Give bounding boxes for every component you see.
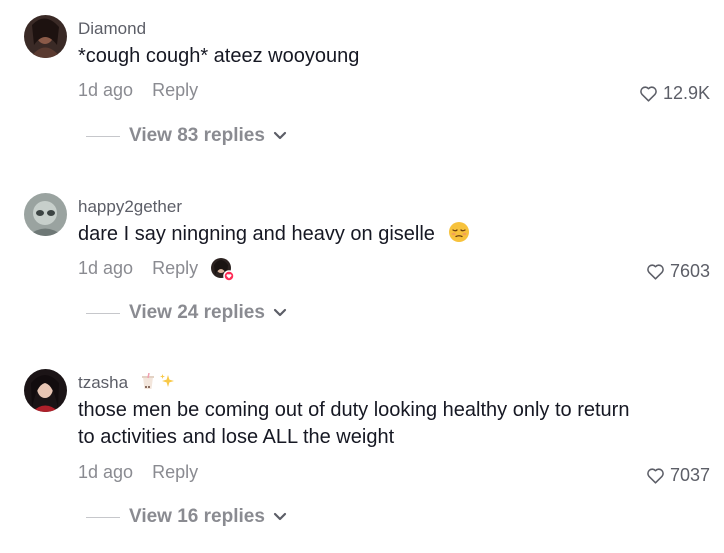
like-button[interactable]: 7603 bbox=[646, 261, 710, 282]
bubble-tea-emoji bbox=[141, 373, 154, 389]
heart-outline-icon bbox=[647, 468, 664, 484]
like-button[interactable]: 12.9K bbox=[639, 83, 710, 104]
view-replies-label: View 24 replies bbox=[129, 302, 265, 323]
avatar[interactable] bbox=[24, 193, 67, 236]
like-count: 12.9K bbox=[662, 83, 710, 103]
reply-button[interactable]: Reply bbox=[152, 80, 198, 100]
view-replies-button[interactable]: View 24 replies bbox=[86, 302, 287, 324]
comment-text: *cough cough* ateez wooyoung bbox=[78, 45, 360, 67]
creator-liked-avatar bbox=[210, 257, 235, 282]
comment-time: 1d ago bbox=[78, 80, 134, 100]
view-replies-button[interactable]: View 16 replies bbox=[86, 506, 287, 528]
comment-text: dare I say ningning and heavy on giselle bbox=[78, 221, 678, 251]
like-count: 7603 bbox=[669, 261, 710, 281]
view-replies-label: View 16 replies bbox=[129, 506, 265, 527]
comment-username-text: tzasha bbox=[78, 373, 129, 392]
comment-text: those men be coming out of duty looking … bbox=[78, 399, 630, 448]
pensive-face-emoji bbox=[448, 221, 470, 251]
reply-button[interactable]: Reply bbox=[152, 462, 198, 482]
comment-time: 1d ago bbox=[78, 462, 134, 482]
comment-text-body: dare I say ningning and heavy on giselle bbox=[78, 223, 435, 245]
comment-meta: 1d ago Reply bbox=[78, 258, 198, 279]
avatar[interactable] bbox=[24, 15, 67, 58]
view-replies-button[interactable]: View 83 replies bbox=[86, 125, 287, 147]
comment-username[interactable]: Diamond bbox=[78, 19, 146, 39]
divider-line bbox=[86, 135, 120, 137]
like-count: 7037 bbox=[669, 465, 710, 485]
sparkles-emoji bbox=[159, 374, 174, 387]
divider-line bbox=[86, 312, 120, 314]
comment-meta: 1d ago Reply bbox=[78, 462, 198, 483]
chevron-down-icon bbox=[273, 308, 287, 318]
comment-username[interactable]: happy2gether bbox=[78, 197, 182, 217]
divider-line bbox=[86, 516, 120, 518]
chevron-down-icon bbox=[273, 512, 287, 522]
comment-meta: 1d ago Reply bbox=[78, 80, 198, 101]
comment-username[interactable]: tzasha bbox=[78, 373, 175, 393]
chevron-down-icon bbox=[273, 131, 287, 141]
avatar[interactable] bbox=[24, 369, 67, 412]
view-replies-label: View 83 replies bbox=[129, 125, 265, 146]
reply-button[interactable]: Reply bbox=[152, 258, 198, 278]
heart-outline-icon bbox=[640, 86, 657, 102]
heart-outline-icon bbox=[647, 264, 664, 280]
comment-time: 1d ago bbox=[78, 258, 134, 278]
like-button[interactable]: 7037 bbox=[646, 465, 710, 486]
